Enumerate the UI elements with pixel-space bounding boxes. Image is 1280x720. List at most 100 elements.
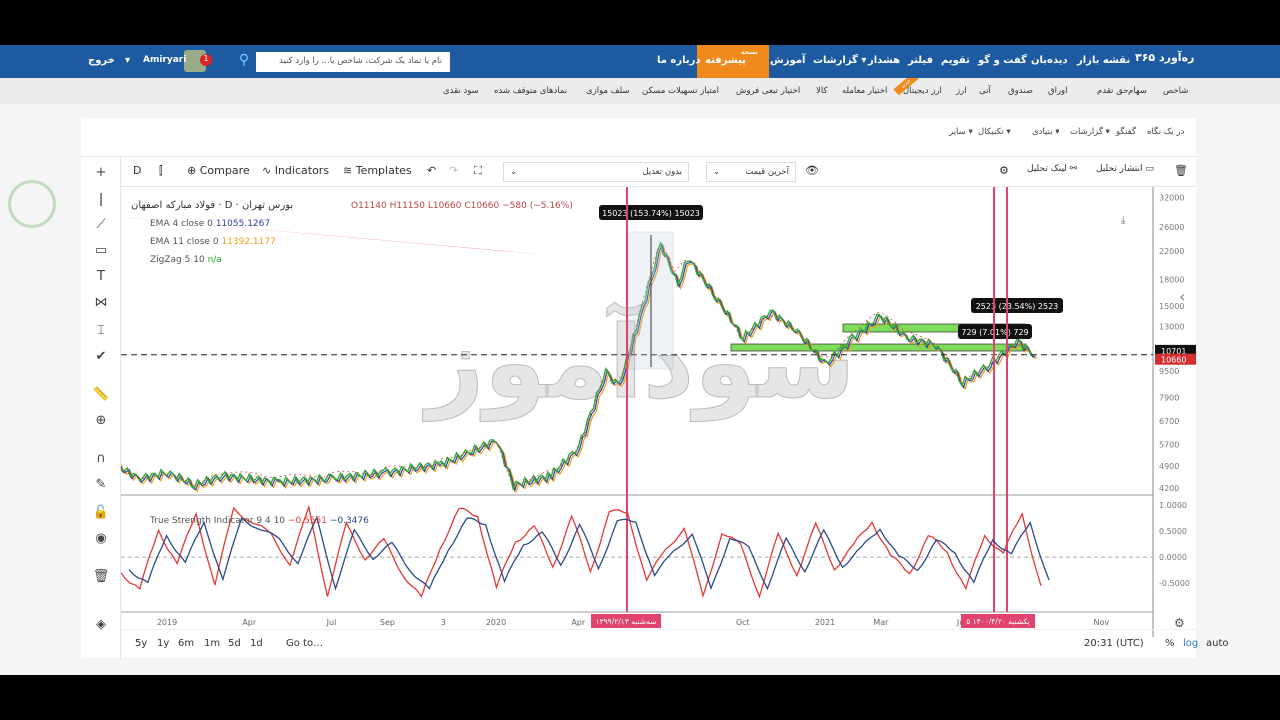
subnav-item[interactable]: اختیار تبعی فروش [736,86,800,96]
time-tick: Oct [736,618,750,627]
magnet-icon[interactable]: ∩ [91,451,111,466]
time-zone: 20:31 (UTC) [1084,638,1144,649]
chevron-down-icon: ⌄ [510,167,518,177]
advanced-button[interactable]: پیشرفته نسخه [697,45,769,78]
chart-container: + ǀ ⟋ ▭ T ⋈ ⌶ ✔ 📏 ⊕ ∩ ✎ 🔓 ◉ 🗑 ◈ D ⫿ ⊕ Compare ∿ Indicat… [81,156,1229,659]
price-tick: 5700 [1159,440,1179,449]
subnav-item[interactable]: کالا [816,86,827,96]
price-chart[interactable]: 3200026000220001800015000130009500790067… [121,187,1196,659]
symbol-tab[interactable]: در یک نگاه [1147,127,1184,137]
rectangle-icon[interactable]: ▭ [91,243,111,258]
fullscreen-icon[interactable]: ⛶ [474,164,482,178]
subnav-item[interactable]: سلف موازی [586,86,630,96]
nav-item[interactable]: گزارشات ▾ [813,55,866,66]
cursor-icon[interactable]: ǀ [91,192,111,207]
time-tick: 2021 [815,618,835,627]
range-5y[interactable]: 5y [135,638,147,649]
nav-item[interactable]: آموزش [770,55,805,66]
eye-icon[interactable]: ◉ [91,531,111,546]
subnav-item[interactable]: ارز دیجیتال [903,86,942,96]
nav-about[interactable]: درباره ما [657,55,701,66]
time-tick: Apr [571,618,586,627]
price-tick: 32000 [1159,193,1184,202]
time-tick: Mar [873,618,889,627]
auto-toggle[interactable]: auto [1206,638,1229,649]
interval-button[interactable]: D [133,164,141,177]
tsi-tick: 0.5000 [1159,527,1187,536]
settings-gear-icon[interactable]: ⚙ [999,164,1009,177]
subnav-item[interactable]: صندوق [1008,86,1033,96]
templates-button[interactable]: ≋ Templates [343,164,412,177]
nav-item[interactable]: فیلتر [908,55,933,66]
price-tick: 7900 [1159,394,1179,403]
log-toggle[interactable]: log [1183,638,1198,649]
time-tick: Sep [380,618,395,627]
publish-icon: ▭ [1145,164,1154,174]
nav-item[interactable]: گفت و گو [978,55,1027,66]
range-6m[interactable]: 6m [178,638,194,649]
user-menu[interactable]: Amiryari [143,55,186,65]
trash-icon[interactable]: 🗑 [91,569,111,584]
subnav-item[interactable]: امتیاز تسهیلات مسکن [642,86,719,96]
nav-item[interactable]: تقویم [941,55,970,66]
subnav-item[interactable]: آتی [979,86,991,96]
hide-eye-icon[interactable]: 👁 [805,164,819,177]
subnav-item[interactable]: اختیار معامله [842,86,887,96]
subnav-item[interactable]: سهام [1128,86,1147,96]
range-1m[interactable]: 1m [204,638,220,649]
trend-line-icon[interactable]: ⟋ [91,217,111,232]
symbol-tab[interactable]: گزارشات ▾ [1070,127,1110,137]
measure-icon[interactable]: ⌶ [91,323,111,338]
zoom-in-icon[interactable]: ⊕ [91,413,111,428]
checkmark-icon[interactable]: ✔ [91,349,111,364]
nav-item[interactable]: نقشه بازار [1077,55,1130,66]
crosshair-icon[interactable]: + [91,165,111,180]
templates-icon: ≋ [343,164,353,177]
compare-button[interactable]: ⊕ Compare [187,164,250,177]
candle-type-icon[interactable]: ⫿ [159,164,163,178]
adjust-select[interactable]: ⌄ بدون تعدیل [503,162,689,182]
lock-icon[interactable]: 🔓 [91,505,111,520]
symbol-tab[interactable]: بنیادی ▾ [1032,127,1060,137]
notification-badge[interactable]: 1 [200,54,212,66]
price-tick: 18000 [1159,276,1184,285]
ruler-icon[interactable]: 📏 [91,387,111,402]
nav-item[interactable]: هشدار [868,55,900,66]
measure-label: 15023 (153.74%) 15023 [602,209,700,218]
subnav-item[interactable]: اوراق [1048,86,1068,96]
chevron-down-icon[interactable]: ▾ [125,55,130,66]
logo[interactable]: ره‌آورد ۳۶۵ [1135,51,1194,64]
subnav-item[interactable]: ارز [956,86,967,96]
subnav-item[interactable]: سود نقدی [443,86,479,96]
redo-icon[interactable]: ↷ [449,164,458,177]
price-type-select[interactable]: ⌄ آخرین قیمت [706,162,796,182]
indicators-button[interactable]: ∿ Indicators [262,164,329,177]
symbol-tab[interactable]: تکنیکال ▾ [978,127,1011,137]
search-icon[interactable]: ⚲ [233,52,255,72]
percent-toggle[interactable]: % [1165,638,1175,649]
subnav-item[interactable]: نمادهای متوقف شده [494,86,567,96]
drawn-stroke [121,216,551,255]
range-1d[interactable]: 1d [250,638,263,649]
search-input[interactable]: نام یا نماد یک شرکت، شاخص یا... را وارد … [256,52,450,72]
undo-icon[interactable]: ↶ [427,164,436,177]
brush-icon[interactable]: ✎ [91,477,111,492]
logout-link[interactable]: خروج [88,55,115,66]
top-nav: ره‌آورد ۳۶۵ نقشه بازار دیده‌بان گفت و گو… [0,45,1280,78]
time-tick: Jul [326,618,337,627]
publish-button[interactable]: انتشار تحلیل ▭ [1096,164,1154,174]
settings-gear-icon: ⚙ [1174,616,1185,630]
analysis-link-button[interactable]: لینک تحلیل ⚯ [1027,164,1077,174]
range-5d[interactable]: 5d [228,638,241,649]
subnav-item[interactable]: شاخص [1163,86,1188,96]
nav-item[interactable]: دیده‌بان [1031,55,1068,66]
text-icon[interactable]: T [91,269,111,284]
goto-button[interactable]: Go to… [286,638,323,649]
pattern-icon[interactable]: ⋈ [91,295,111,310]
range-1y[interactable]: 1y [157,638,169,649]
symbol-tab[interactable]: سایر ▾ [949,127,973,137]
subnav-item[interactable]: حق تقدم [1097,86,1128,96]
symbol-tab[interactable]: گفتگو [1116,127,1136,137]
trash-icon[interactable]: 🗑 [1174,164,1188,177]
layers-icon[interactable]: ◈ [91,617,111,632]
